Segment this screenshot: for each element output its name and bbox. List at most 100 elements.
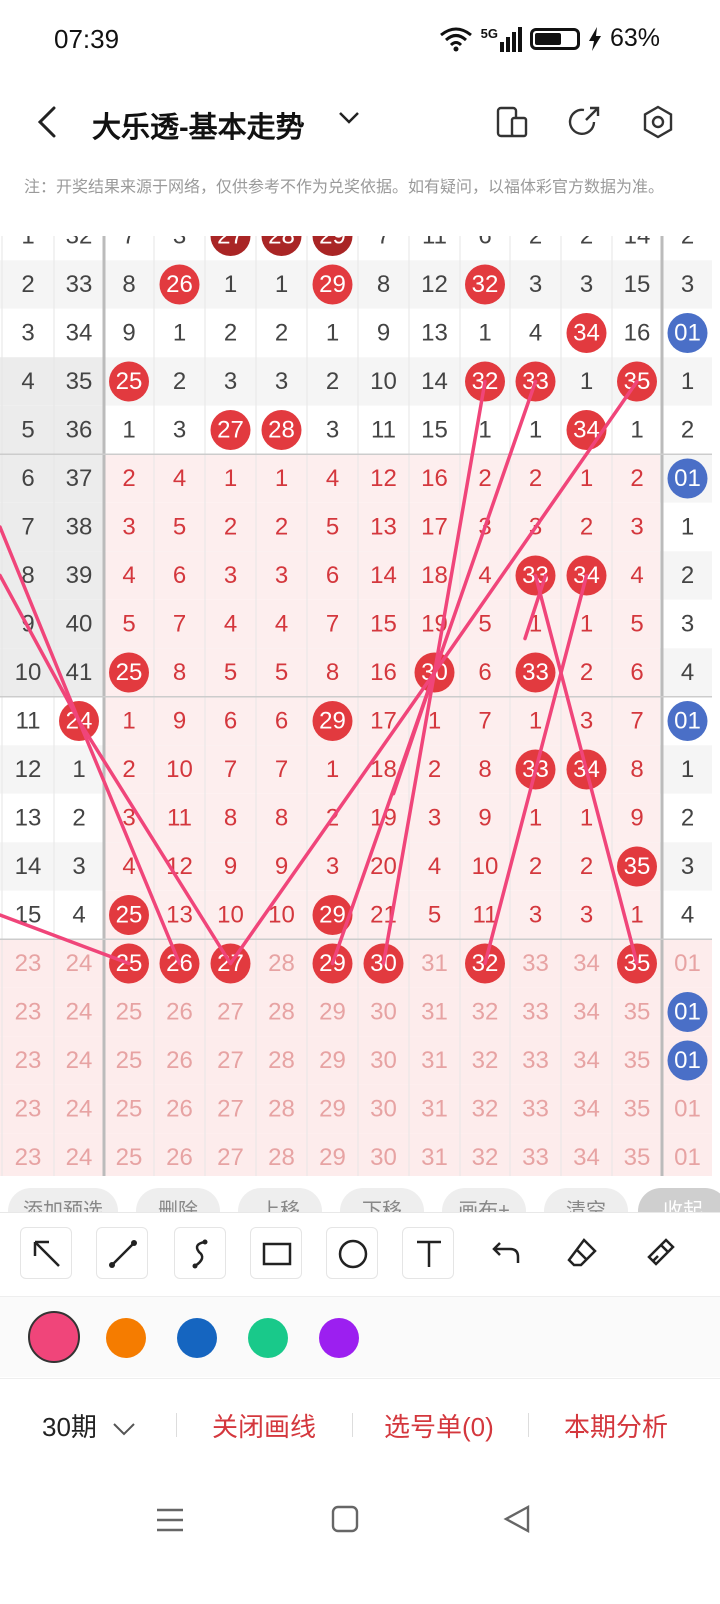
device-switch-icon[interactable] — [494, 104, 530, 140]
network-label: 5G — [480, 25, 498, 41]
red-ball[interactable]: 32 — [465, 264, 505, 305]
blue-ball[interactable]: 01 — [667, 992, 708, 1032]
back-icon[interactable] — [32, 104, 68, 140]
cell-value: 01 — [674, 1096, 701, 1123]
canvas-plus-chip[interactable]: 画布+ — [442, 1188, 526, 1214]
red-ball[interactable]: 35 — [617, 846, 657, 887]
red-ball[interactable]: 29 — [312, 264, 353, 305]
delete-chip[interactable]: 删除 — [136, 1188, 220, 1214]
ball-number: 27 — [217, 417, 244, 444]
blue-ball[interactable]: 01 — [667, 458, 708, 499]
table-row — [0, 1036, 712, 1085]
home-icon[interactable] — [330, 1504, 360, 1534]
cell-value: 1 — [122, 417, 135, 444]
color-swatch-purple[interactable] — [319, 1318, 359, 1358]
arrow-tool-button[interactable] — [20, 1227, 72, 1279]
color-swatch-blue[interactable] — [177, 1318, 217, 1358]
cell-value: 1 — [630, 902, 643, 929]
circle-tool-button[interactable] — [326, 1227, 378, 1279]
red-ball[interactable]: 29 — [312, 701, 353, 741]
cell-value: 33 — [522, 950, 549, 977]
red-ball[interactable]: 26 — [159, 264, 200, 305]
period-selector[interactable]: 30期 — [42, 1407, 136, 1444]
undo-tool-button[interactable] — [480, 1227, 532, 1279]
cell-value: 5 — [326, 514, 339, 541]
trend-chart[interactable]: 1 32 7 3 27 28 29 7 11 6 2 2 14 2 2 33 8 26 1 1 29 8 12 32 3 3 15 3… — [0, 236, 712, 1176]
cell-value: 01 — [674, 1144, 701, 1171]
add-preselect-chip[interactable]: 添加预选 — [8, 1188, 118, 1214]
clear-tool-button[interactable] — [634, 1227, 686, 1279]
cell-value: 9 — [478, 805, 491, 832]
table-row — [0, 502, 712, 552]
blue-ball[interactable]: 01 — [667, 701, 708, 741]
page-title[interactable]: 大乐透-基本走势 — [92, 104, 305, 146]
red-ball[interactable]: 25 — [109, 895, 149, 935]
cell-value: 6 — [173, 562, 186, 589]
red-ball[interactable]: 34 — [566, 410, 607, 450]
cell-value: 24 — [66, 999, 93, 1026]
trend-grid[interactable]: 1 32 7 3 27 28 29 7 11 6 2 2 14 22 33 8 26 1 1 29 8 12 32 3 3 15 3… — [0, 236, 712, 1176]
menu-icon[interactable] — [154, 1504, 186, 1536]
color-swatch-green[interactable] — [248, 1318, 288, 1358]
table-row — [0, 236, 712, 261]
cell-value: 5 — [224, 659, 237, 686]
selection-list-button[interactable]: 选号单(0) — [384, 1407, 494, 1444]
cell-value: 30 — [370, 999, 397, 1026]
clear-chip[interactable]: 清空 — [544, 1188, 628, 1214]
settings-icon[interactable] — [640, 104, 676, 140]
cell-value: 25 — [116, 1096, 143, 1123]
move-up-chip[interactable]: 上移 — [238, 1188, 322, 1214]
cell-value: 24 — [66, 950, 93, 977]
eraser-icon — [567, 1238, 597, 1267]
red-ball[interactable]: 27 — [210, 410, 251, 450]
cell-value: 1 — [681, 756, 694, 783]
move-down-chip[interactable]: 下移 — [340, 1188, 424, 1214]
back-nav-icon[interactable] — [502, 1504, 532, 1534]
eraser-tool-button[interactable] — [556, 1227, 608, 1279]
color-swatch-pink[interactable] — [28, 1311, 80, 1363]
red-ball[interactable]: 34 — [566, 313, 607, 353]
table-row — [0, 648, 712, 697]
collapse-chip[interactable]: 收起 — [638, 1188, 720, 1214]
red-ball[interactable]: 28 — [261, 410, 302, 450]
cell-value: 40 — [66, 611, 93, 638]
period-label: 30期 — [42, 1412, 97, 1442]
share-icon[interactable] — [566, 104, 602, 140]
cell-value: 6 — [478, 236, 491, 250]
line-tool-button[interactable] — [96, 1227, 148, 1279]
cell-value: 10 — [217, 902, 244, 929]
cell-value: 2 — [580, 853, 593, 880]
cell-value: 23 — [15, 1096, 42, 1123]
cell-value: 14 — [370, 562, 397, 589]
blue-ball[interactable]: 01 — [667, 1040, 708, 1081]
cell-value: 1 — [580, 368, 593, 395]
rectangle-tool-button[interactable] — [250, 1227, 302, 1279]
close-draw-button[interactable]: 关闭画线 — [212, 1407, 316, 1444]
chevron-down-icon[interactable] — [338, 110, 360, 126]
red-ball[interactable]: 33 — [515, 652, 556, 693]
cell-value: 5 — [122, 611, 135, 638]
ball-number: 25 — [116, 368, 143, 395]
curve-tool-button[interactable] — [174, 1227, 226, 1279]
signal-icon: 5G — [481, 26, 522, 52]
red-ball[interactable]: 25 — [109, 361, 149, 402]
text-tool-button[interactable] — [402, 1227, 454, 1279]
cell-value: 8 — [630, 756, 643, 783]
blue-ball[interactable]: 01 — [667, 313, 708, 353]
ball-number: 34 — [573, 320, 600, 347]
cell-value: 5 — [478, 611, 491, 638]
ball-number: 25 — [116, 659, 143, 686]
cell-value: 33 — [522, 1096, 549, 1123]
color-swatch-orange[interactable] — [106, 1318, 146, 1358]
table-row — [0, 1133, 712, 1176]
red-ball[interactable]: 25 — [109, 652, 149, 693]
cell-value: 8 — [224, 805, 237, 832]
red-ball[interactable]: 29 — [312, 895, 353, 935]
cell-value: 16 — [370, 659, 397, 686]
cell-value: 29 — [319, 1144, 346, 1171]
period-analysis-button[interactable]: 本期分析 — [564, 1407, 668, 1444]
cell-value: 6 — [326, 562, 339, 589]
cell-value: 11 — [167, 805, 192, 832]
cell-value: 9 — [275, 853, 288, 880]
status-time: 07:39 — [54, 24, 120, 54]
